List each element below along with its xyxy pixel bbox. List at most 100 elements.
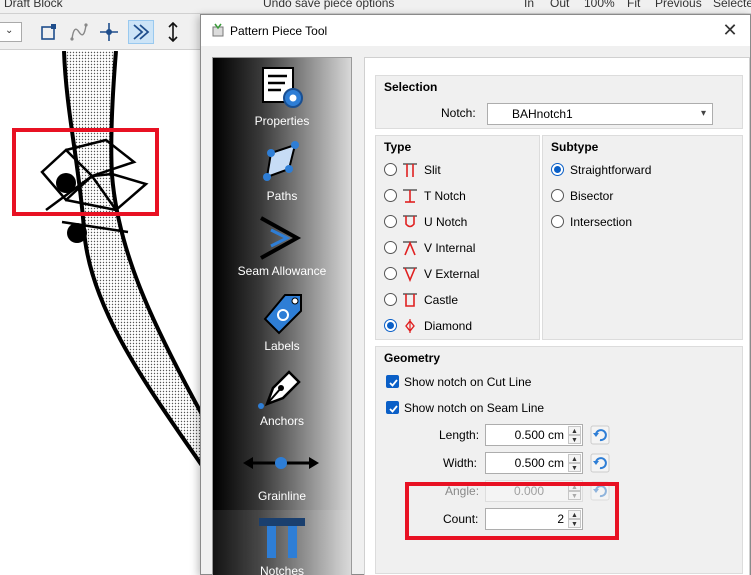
vertical-tool-icon[interactable] — [160, 20, 186, 44]
radio-indicator[interactable] — [551, 189, 564, 202]
v-internal-icon — [403, 240, 417, 256]
anchors-icon — [258, 370, 301, 409]
show-on-cut-line-label: Show notch on Cut Line — [404, 375, 532, 389]
subtype-option-label: Intersection — [570, 215, 633, 229]
type-u-notch-radio[interactable]: U Notch — [384, 213, 534, 231]
sidebar-item-anchors[interactable]: Anchors — [213, 360, 351, 435]
bg-zoom-100[interactable]: 100% — [584, 0, 615, 10]
slit-notch-icon — [403, 163, 417, 177]
length-spinbox[interactable]: ▲▼ — [485, 424, 583, 446]
type-v-internal-radio[interactable]: V Internal — [384, 239, 534, 257]
spin-up-icon[interactable]: ▲ — [568, 454, 581, 463]
app-icon — [212, 23, 224, 37]
sidebar-item-labels[interactable]: Labels — [213, 285, 351, 360]
castle-notch-icon — [403, 293, 417, 307]
bg-zoom-out[interactable]: Out — [550, 0, 569, 10]
length-spin-buttons[interactable]: ▲ ▼ — [568, 426, 581, 444]
width-input[interactable] — [488, 455, 566, 471]
type-slit-radio[interactable]: Slit — [384, 161, 534, 179]
width-label: Width: — [443, 456, 478, 470]
radio-indicator[interactable] — [551, 163, 564, 176]
curve-tool-icon[interactable] — [66, 20, 92, 44]
width-spinbox[interactable]: ▲▼ — [485, 452, 583, 474]
bg-draft-block-label: Draft Block — [4, 0, 63, 10]
bg-zoom-previous[interactable]: Previous — [655, 0, 702, 10]
bg-combo[interactable]: ⌄ — [0, 22, 22, 42]
type-option-label: Slit — [424, 163, 441, 177]
bg-zoom-fit[interactable]: Fit — [627, 0, 640, 10]
width-spin-buttons[interactable]: ▲ ▼ — [568, 454, 581, 472]
selection-group: Selection Notch: BAHnotch1 ▾ — [375, 75, 743, 129]
radio-indicator[interactable] — [384, 267, 397, 280]
labels-icon — [263, 294, 302, 335]
background-toolbar: ⌄ — [0, 14, 205, 50]
chevron-down-icon: ▾ — [700, 108, 706, 119]
radio-indicator[interactable] — [384, 163, 397, 176]
selection-title: Selection — [384, 80, 438, 94]
subtype-option-label: Straightforward — [570, 163, 652, 177]
radio-indicator[interactable] — [384, 319, 397, 332]
length-input[interactable] — [488, 427, 566, 443]
intersect-tool-icon[interactable] — [96, 20, 122, 44]
sidebar-label: Notches — [259, 564, 305, 575]
sidebar-label: Grainline — [257, 489, 307, 503]
sidebar-item-grainline[interactable]: Grainline — [213, 435, 351, 510]
point-tool-icon[interactable] — [36, 20, 62, 44]
notch-label: Notch: — [441, 106, 476, 120]
bg-selected[interactable]: Selecte — [713, 0, 751, 10]
radio-indicator[interactable] — [384, 293, 397, 306]
type-diamond-radio[interactable]: Diamond — [384, 317, 534, 335]
length-label: Length: — [439, 428, 480, 442]
grainline-icon — [243, 457, 319, 469]
subtype-option-label: Bisector — [570, 189, 614, 203]
subtype-intersection-radio[interactable]: Intersection — [551, 213, 701, 231]
screen: Draft Block Undo save piece options In O… — [0, 0, 751, 575]
radio-indicator[interactable] — [384, 215, 397, 228]
sidebar-item-properties[interactable]: Properties — [213, 60, 351, 135]
radio-indicator[interactable] — [384, 189, 397, 202]
background-menubar: Draft Block Undo save piece options In O… — [0, 0, 751, 14]
checkbox-checked[interactable] — [386, 401, 399, 414]
notch-select-value: BAHnotch1 — [512, 107, 573, 121]
length-formula-undo-icon[interactable] — [590, 425, 610, 445]
subtype-bisector-radio[interactable]: Bisector — [551, 187, 701, 205]
type-option-label: Diamond — [424, 319, 473, 333]
bg-zoom-in[interactable]: In — [524, 0, 534, 10]
subtype-group: Subtype Straightforward Bisector Interse… — [542, 135, 743, 340]
type-v-external-radio[interactable]: V External — [384, 265, 534, 283]
sidebar-item-paths[interactable]: Paths — [213, 135, 351, 210]
geometry-title: Geometry — [384, 351, 441, 365]
type-option-label: V Internal — [424, 241, 476, 255]
radio-indicator[interactable] — [384, 241, 397, 254]
notch-select[interactable]: BAHnotch1 ▾ — [487, 103, 713, 125]
sidebar-label: Seam Allowance — [237, 264, 327, 278]
sidebar-item-notches[interactable]: Notches — [213, 510, 351, 575]
show-on-seam-line-label: Show notch on Seam Line — [404, 401, 545, 415]
notches-icon — [259, 518, 305, 558]
radio-indicator[interactable] — [551, 215, 564, 228]
diamond-notch-icon — [405, 319, 415, 333]
notch-tool-icon[interactable] — [128, 20, 154, 44]
dialog-titlebar[interactable]: Pattern Piece Tool ✕ — [201, 15, 750, 46]
sidebar-item-seam-allowance[interactable]: Seam Allowance — [213, 210, 351, 285]
type-option-label: U Notch — [424, 215, 468, 229]
paths-icon — [263, 141, 299, 181]
subtype-straightforward-radio[interactable]: Straightforward — [551, 161, 701, 179]
seam-allowance-icon — [260, 216, 302, 260]
spin-down-icon[interactable]: ▼ — [568, 435, 581, 444]
sidebar-label: Labels — [264, 339, 300, 353]
type-t-notch-radio[interactable]: T Notch — [384, 187, 534, 205]
close-button[interactable]: ✕ — [720, 20, 740, 40]
bg-undo-label: Undo save piece options — [263, 0, 395, 10]
width-formula-undo-icon[interactable] — [590, 453, 610, 473]
type-option-label: V External — [424, 267, 480, 281]
checkbox-checked[interactable] — [386, 375, 399, 388]
spin-down-icon[interactable]: ▼ — [568, 463, 581, 472]
sidebar-label: Paths — [266, 189, 298, 203]
dialog-sidebar: Properties Paths Seam Allowance Labels A… — [212, 57, 352, 575]
type-option-label: Castle — [424, 293, 459, 307]
type-title: Type — [384, 140, 412, 154]
type-group: Type Slit T Notch U Notch V Internal V E… — [375, 135, 540, 340]
type-castle-radio[interactable]: Castle — [384, 291, 534, 309]
spin-up-icon[interactable]: ▲ — [568, 426, 581, 435]
